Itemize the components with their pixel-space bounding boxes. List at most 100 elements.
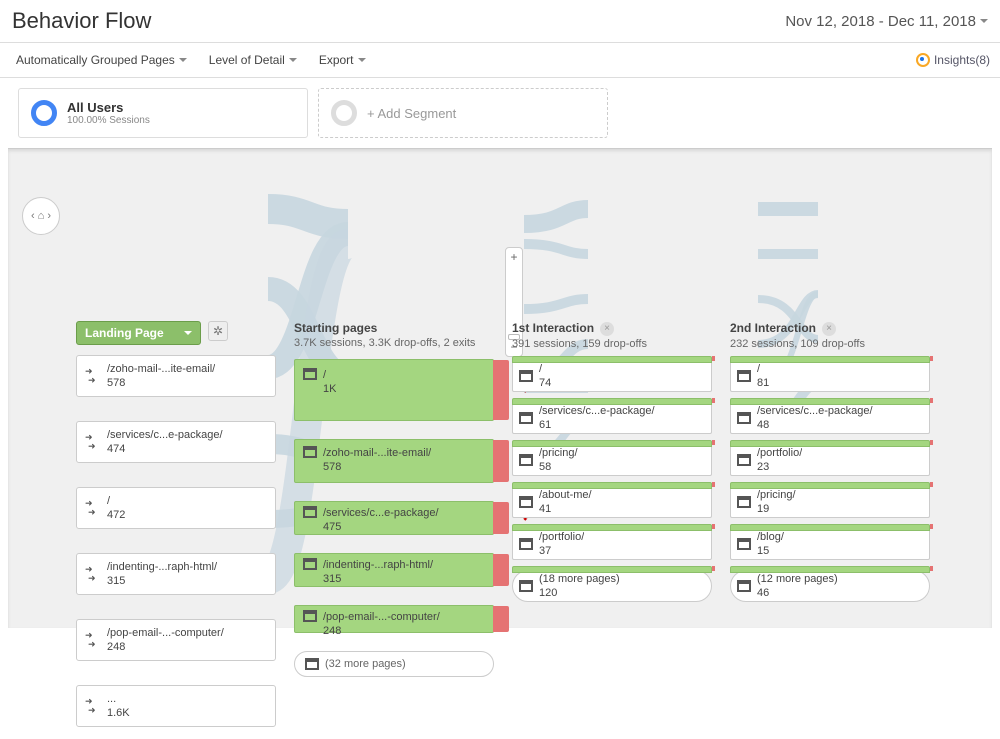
- date-range-picker[interactable]: Nov 12, 2018 - Dec 11, 2018: [785, 13, 988, 30]
- column-subtitle: 391 sessions, 159 drop-offs: [512, 338, 712, 350]
- insights-label: Insights(8): [934, 53, 990, 67]
- node-value: 1.6K: [107, 706, 130, 720]
- segment-all-users[interactable]: All Users 100.00% Sessions: [18, 88, 308, 138]
- node-label: /about-me/: [539, 488, 592, 502]
- flow-source-icon: [85, 567, 101, 581]
- flow-node[interactable]: /zoho-mail-...ite-email/578: [76, 355, 276, 397]
- landing-page-dropdown[interactable]: Landing Page: [76, 321, 201, 345]
- flow-node[interactable]: /services/c...e-package/48: [730, 402, 930, 434]
- flow-node[interactable]: /services/c...e-package/474: [76, 421, 276, 463]
- column-subtitle: 3.7K sessions, 3.3K drop-offs, 2 exits: [294, 337, 494, 349]
- flow-node[interactable]: ...1.6K: [76, 685, 276, 727]
- flow-node[interactable]: /81: [730, 360, 930, 392]
- node-value: 15: [757, 544, 784, 558]
- flow-node[interactable]: /pop-email-...-computer/248: [294, 605, 494, 633]
- flow-node[interactable]: /74: [512, 360, 712, 392]
- column-subtitle: 232 sessions, 109 drop-offs: [730, 338, 930, 350]
- node-value: 41: [539, 502, 592, 516]
- export-label: Export: [319, 53, 354, 67]
- flow-node[interactable]: /pop-email-...-computer/248: [76, 619, 276, 661]
- remove-column-button[interactable]: ×: [822, 322, 836, 336]
- segment-row: All Users 100.00% Sessions + Add Segment: [8, 78, 1000, 148]
- column-title: Landing Page: [85, 326, 164, 340]
- flow-source-icon: [85, 369, 101, 383]
- node-value: 46: [757, 586, 838, 600]
- remove-column-button[interactable]: ×: [600, 322, 614, 336]
- zoom-in-button[interactable]: +: [510, 250, 517, 264]
- node-label: /services/c...e-package/: [539, 404, 655, 418]
- node-label: (12 more pages): [757, 572, 838, 586]
- page-icon: [737, 412, 751, 424]
- page-icon: [737, 454, 751, 466]
- flow-node[interactable]: /472: [76, 487, 276, 529]
- page-icon: [303, 446, 317, 458]
- flow-node[interactable]: /zoho-mail-...ite-email/578⬇: [294, 439, 494, 483]
- node-label: /portfolio/: [539, 530, 584, 544]
- more-pages-node[interactable]: (18 more pages)120: [512, 570, 712, 602]
- nav-home-button[interactable]: ‹ ⌂ ›: [22, 197, 60, 235]
- node-value: 19: [757, 502, 796, 516]
- toolbar: Automatically Grouped Pages Level of Det…: [0, 43, 1000, 78]
- node-value: 23: [757, 460, 802, 474]
- node-value: 248: [323, 624, 440, 638]
- page-icon: [519, 454, 533, 466]
- node-value: 61: [539, 418, 655, 432]
- segment-donut-icon: [31, 100, 57, 126]
- flow-node[interactable]: /portfolio/23: [730, 444, 930, 476]
- header: Behavior Flow Nov 12, 2018 - Dec 11, 201…: [0, 0, 1000, 43]
- detail-dropdown[interactable]: Level of Detail: [203, 49, 303, 71]
- flow-source-icon: [85, 501, 101, 515]
- node-value: 578: [107, 376, 215, 390]
- flow-node[interactable]: /about-me/41: [512, 486, 712, 518]
- node-label: /: [323, 368, 336, 382]
- node-label: /blog/: [757, 530, 784, 544]
- page-icon: [303, 558, 317, 570]
- export-dropdown[interactable]: Export: [313, 49, 372, 71]
- page-icon: [303, 506, 317, 518]
- node-label: /services/c...e-package/: [757, 404, 873, 418]
- flow-node[interactable]: /1K⬇: [294, 359, 494, 421]
- detail-label: Level of Detail: [209, 53, 285, 67]
- node-label: /indenting-...raph-html/: [323, 558, 433, 572]
- insights-button[interactable]: Insights(8): [916, 53, 990, 67]
- flow-node[interactable]: /pricing/58: [512, 444, 712, 476]
- column-2nd-interaction: 2nd Interaction× 232 sessions, 109 drop-…: [730, 321, 930, 727]
- grouping-label: Automatically Grouped Pages: [16, 53, 175, 67]
- node-value: 81: [757, 376, 769, 390]
- more-pages-node[interactable]: (32 more pages): [294, 651, 494, 677]
- flow-node[interactable]: /portfolio/37: [512, 528, 712, 560]
- node-label: /zoho-mail-...ite-email/: [323, 446, 431, 460]
- node-label: /pricing/: [757, 488, 796, 502]
- flow-node[interactable]: /services/c...e-package/475⬇: [294, 501, 494, 535]
- page-title: Behavior Flow: [12, 8, 151, 34]
- page-icon: [519, 538, 533, 550]
- flow-source-icon: [85, 633, 101, 647]
- flow-node[interactable]: /blog/15: [730, 528, 930, 560]
- node-label: /indenting-...raph-html/: [107, 560, 217, 574]
- flow-node[interactable]: /pricing/19: [730, 486, 930, 518]
- flow-node[interactable]: /indenting-...raph-html/315: [76, 553, 276, 595]
- node-label: /: [107, 494, 125, 508]
- dropoff-indicator: ⬇: [493, 440, 509, 482]
- gear-button[interactable]: ✲: [208, 321, 228, 341]
- caret-icon: [179, 58, 187, 62]
- node-label: /pricing/: [539, 446, 578, 460]
- node-value: 248: [107, 640, 224, 654]
- node-value: 472: [107, 508, 125, 522]
- node-label: (18 more pages): [539, 572, 620, 586]
- node-value: 578: [323, 460, 431, 474]
- flow-node[interactable]: /indenting-...raph-html/315: [294, 553, 494, 587]
- node-label: /pop-email-...-computer/: [107, 626, 224, 640]
- segment-subtitle: 100.00% Sessions: [67, 115, 150, 126]
- add-segment-button[interactable]: + Add Segment: [318, 88, 608, 138]
- grouping-dropdown[interactable]: Automatically Grouped Pages: [10, 49, 193, 71]
- caret-icon: [980, 19, 988, 23]
- dropoff-indicator: ⬇: [493, 360, 509, 420]
- node-label: /: [757, 362, 769, 376]
- page-icon: [519, 370, 533, 382]
- more-pages-node[interactable]: (12 more pages)46: [730, 570, 930, 602]
- flow-node[interactable]: /services/c...e-package/61: [512, 402, 712, 434]
- column-landing-page: Landing Page ✲ /zoho-mail-...ite-email/5…: [76, 321, 276, 727]
- page-icon: [519, 412, 533, 424]
- page-icon: [305, 658, 319, 670]
